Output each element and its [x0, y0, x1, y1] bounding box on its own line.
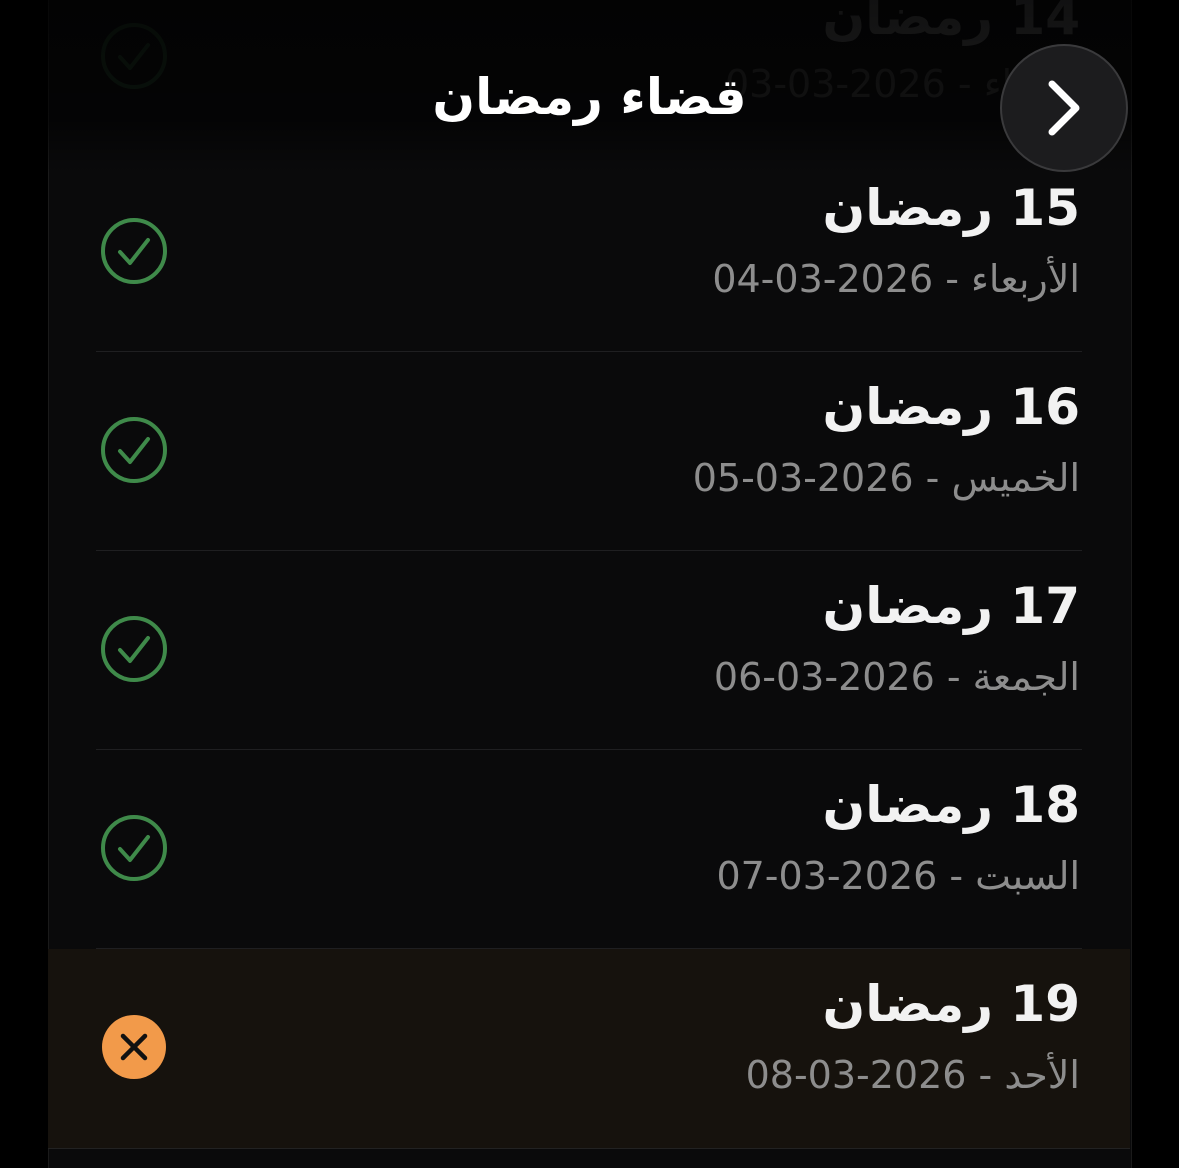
check-circle-icon[interactable]	[100, 416, 168, 484]
x-circle-icon[interactable]	[100, 1013, 168, 1081]
day-title: 16 رمضان	[822, 378, 1080, 436]
day-date: الأربعاء - 2026-03-04	[712, 257, 1080, 301]
list-item[interactable]: 18 رمضان السبت - 2026-03-07	[48, 750, 1130, 949]
check-circle-icon[interactable]	[100, 615, 168, 683]
day-title: 15 رمضان	[822, 179, 1080, 237]
screen: 14 رمضان الثلاثاء - 2026-03-03 15 رمضانا…	[0, 0, 1179, 1168]
check-circle-icon[interactable]	[100, 217, 168, 285]
divider	[48, 1148, 1130, 1149]
list-item[interactable]: 19 رمضان الأحد - 2026-03-08	[48, 949, 1130, 1148]
back-button[interactable]	[1000, 44, 1128, 172]
day-title: 19 رمضان	[822, 975, 1080, 1033]
list-item[interactable]: 17 رمضان الجمعة - 2026-03-06	[48, 551, 1130, 750]
day-title: 18 رمضان	[822, 776, 1080, 834]
day-title: 17 رمضان	[822, 577, 1080, 635]
list-item[interactable]: 15 رمضان الأربعاء - 2026-03-04	[48, 153, 1130, 352]
list-item[interactable]: 16 رمضان الخميس - 2026-03-05	[48, 352, 1130, 551]
day-date: الأحد - 2026-03-08	[745, 1053, 1080, 1097]
day-date: السبت - 2026-03-07	[716, 854, 1080, 898]
check-circle-icon[interactable]	[100, 814, 168, 882]
chevron-right-icon	[1048, 80, 1080, 136]
day-date: الخميس - 2026-03-05	[692, 456, 1080, 500]
day-date: الجمعة - 2026-03-06	[713, 655, 1080, 699]
